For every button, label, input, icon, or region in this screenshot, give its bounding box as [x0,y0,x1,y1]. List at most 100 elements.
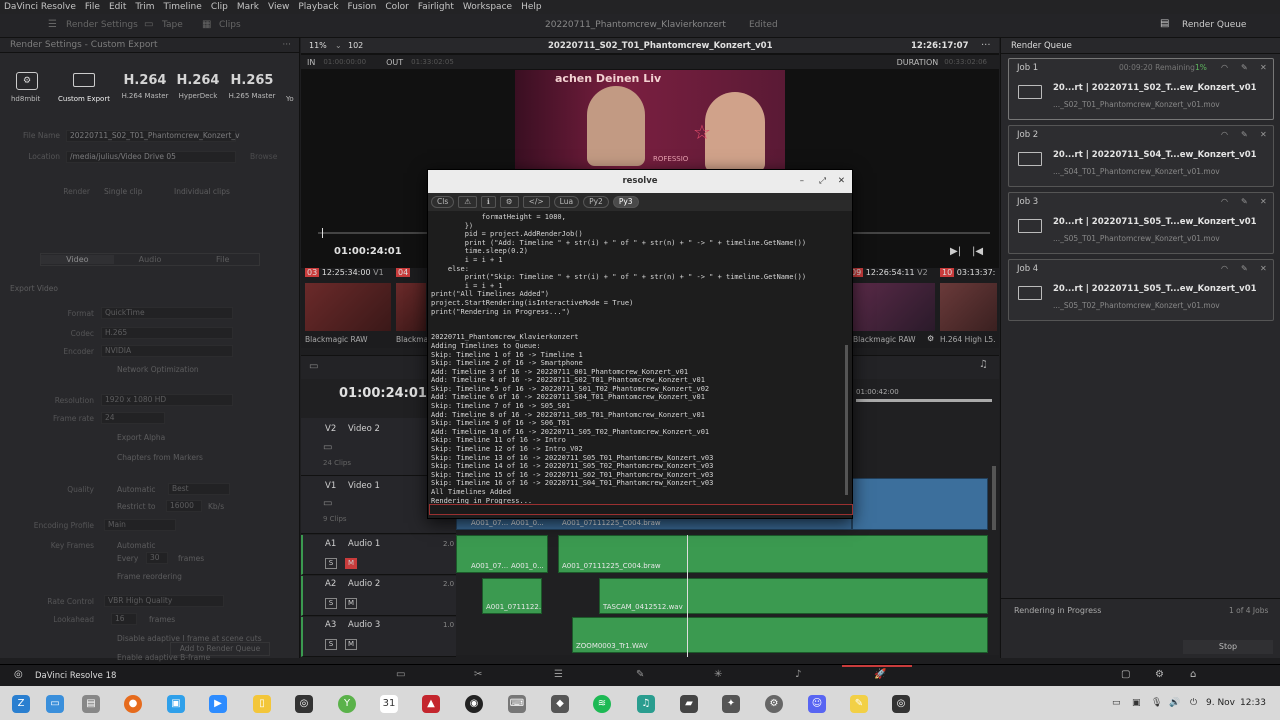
files-icon[interactable]: ▤ [82,695,100,713]
code-icon[interactable]: </> [522,196,550,208]
color-page-icon[interactable]: ✳ [714,669,722,680]
a3-mute-button[interactable]: M [345,639,357,650]
resolve-running-icon[interactable]: ◎ [892,695,910,713]
edit-icon[interactable]: ✎ [1241,197,1248,206]
close-icon[interactable]: ✕ [1260,197,1267,206]
calendar-icon[interactable]: 31 [380,695,398,713]
a1-name[interactable]: Audio 1 [348,539,380,549]
tray-icon[interactable]: ▣ [1132,698,1141,708]
warning-icon[interactable]: ⚠ [458,196,477,208]
zoom-level[interactable]: 11% [309,41,327,50]
browse-button[interactable]: Browse [250,152,277,161]
audio-clip[interactable]: A001_07... A001_0... [456,535,548,573]
preset-custom-export-label[interactable]: Custom Export [58,95,110,103]
menu-playback[interactable]: Playback [298,2,338,12]
clip-thumbnail[interactable] [396,283,426,331]
preset-hyperdeck[interactable]: H.264 HyperDeck [173,72,223,100]
tray-screen-icon[interactable]: ▭ [1112,698,1121,708]
console-scrollbar[interactable] [845,345,848,495]
fusion-page-icon[interactable]: ✎ [636,669,644,680]
close-icon[interactable]: ✕ [1260,130,1267,139]
chevron-down-icon[interactable]: ⌄ [335,41,342,50]
microphone-icon[interactable]: 🎙 [1151,698,1162,708]
tape-icon[interactable]: ▭ [144,19,153,30]
timeline-view-icon[interactable]: ▭ [309,361,318,372]
scrubber-playhead[interactable] [322,228,323,238]
sticky-notes-icon[interactable]: ✎ [850,695,868,713]
hd8mbit-preset-icon[interactable]: ⚙ [16,72,38,90]
clips-icon[interactable]: ▦ [202,19,211,30]
terminal-icon[interactable]: ▰ [680,695,698,713]
render-job[interactable]: Job 2 ◠ ✎ ✕ 20...rt | 20220711_S04_T...e… [1008,125,1274,187]
edit-page-icon[interactable]: ☰ [554,669,563,680]
viewer-options-icon[interactable]: ··· [981,40,991,51]
video-clip[interactable] [852,478,988,530]
home-icon[interactable]: ⌂ [1190,669,1196,680]
frame-reordering-checkbox[interactable]: Frame reordering [117,572,182,581]
location-input[interactable]: /media/julius/Video Drive 05 [66,151,236,163]
render-job[interactable]: Job 1 00:09:20 Remaining 1% ◠ ✎ ✕ 20...r… [1008,58,1274,120]
power-icon[interactable]: ⏻ [1190,698,1197,708]
clips-tab[interactable]: Clips [219,20,241,30]
restrict-to-radio[interactable]: Restrict to [117,502,155,511]
minimize-icon[interactable]: – [800,170,804,193]
export-alpha-checkbox[interactable]: Export Alpha [117,433,165,442]
chapters-checkbox[interactable]: Chapters from Markers [117,453,203,462]
clip-03-header[interactable]: 03 12:25:34:00 V1 [305,268,384,277]
close-icon[interactable]: ✕ [838,170,845,193]
keyframes-automatic-radio[interactable]: Automatic [117,541,155,550]
affinity-icon[interactable]: ▲ [422,695,440,713]
menu-clip[interactable]: Clip [211,2,228,12]
a3-name[interactable]: Audio 3 [348,620,380,630]
obs-icon[interactable]: ◉ [465,695,483,713]
firefox-icon[interactable]: ● [124,695,142,713]
rate-control-select[interactable]: VBR High Quality [104,595,224,607]
a2-mute-button[interactable]: M [345,598,357,609]
audio-clip[interactable]: TASCAM_0412512.wav [599,578,988,614]
clip-thumbnail[interactable] [940,283,997,331]
deliver-page-icon[interactable]: 🚀 [874,669,886,680]
maximize-icon[interactable]: ⤢ [819,170,826,193]
close-icon[interactable]: ✕ [1260,63,1267,72]
menu-help[interactable]: Help [521,2,542,12]
audio-clip[interactable]: A001_07111225_C004.braw [558,535,988,573]
clip-thumbnail[interactable] [853,283,935,331]
a2-name[interactable]: Audio 2 [348,579,380,589]
render-settings-icon[interactable]: ☰ [48,19,57,30]
menu-trim[interactable]: Trim [135,2,154,12]
timeline-ruler[interactable] [856,399,992,402]
date[interactable]: 9. Nov [1206,698,1235,708]
every-radio[interactable]: Every [117,554,138,563]
store-icon[interactable]: ▣ [167,695,185,713]
menu-workspace[interactable]: Workspace [463,2,512,12]
media-page-icon[interactable]: ▭ [396,669,405,680]
encoder-select[interactable]: NVIDIA [101,345,233,357]
v2-monitor-icon[interactable]: ▭ [323,442,332,453]
frame-rate-select[interactable]: 24 [101,412,165,424]
app-icon[interactable]: ◆ [551,695,569,713]
audio-clip[interactable]: A001_0711122... [482,578,542,614]
encoding-profile-select[interactable]: Main [104,519,176,531]
individual-clips-radio[interactable]: Individual clips [174,187,230,196]
network-optimization-checkbox[interactable]: Network Optimization [117,365,199,374]
preset-hd8mbit-label[interactable]: hd8mbit [11,95,40,103]
menu-file[interactable]: File [85,2,100,12]
lua-button[interactable]: Lua [553,196,580,208]
timeline-scrollbar[interactable] [992,466,996,530]
clip-10-header[interactable]: 10 03:13:37: [940,268,995,277]
edit-icon[interactable]: ✎ [1241,63,1248,72]
single-clip-radio[interactable]: Single clip [104,187,143,196]
tape-tab[interactable]: Tape [162,20,183,30]
resolution-select[interactable]: 1920 x 1080 HD [101,394,233,406]
close-icon[interactable]: ✕ [1260,264,1267,273]
notes-icon[interactable]: ▯ [253,695,271,713]
render-job[interactable]: Job 3 ◠ ✎ ✕ 20...rt | 20220711_S05_T...e… [1008,192,1274,254]
preset-youtube-label[interactable]: Yo [286,95,294,103]
menu-mark[interactable]: Mark [237,2,259,12]
workspace-icon[interactable]: ▭ [46,695,64,713]
clip-thumbnail[interactable] [305,283,391,331]
timeline-playhead[interactable] [687,535,688,657]
clock[interactable]: 12:33 [1240,698,1266,708]
menu-view[interactable]: View [268,2,289,12]
menu-app[interactable]: DaVinci Resolve [4,2,76,12]
